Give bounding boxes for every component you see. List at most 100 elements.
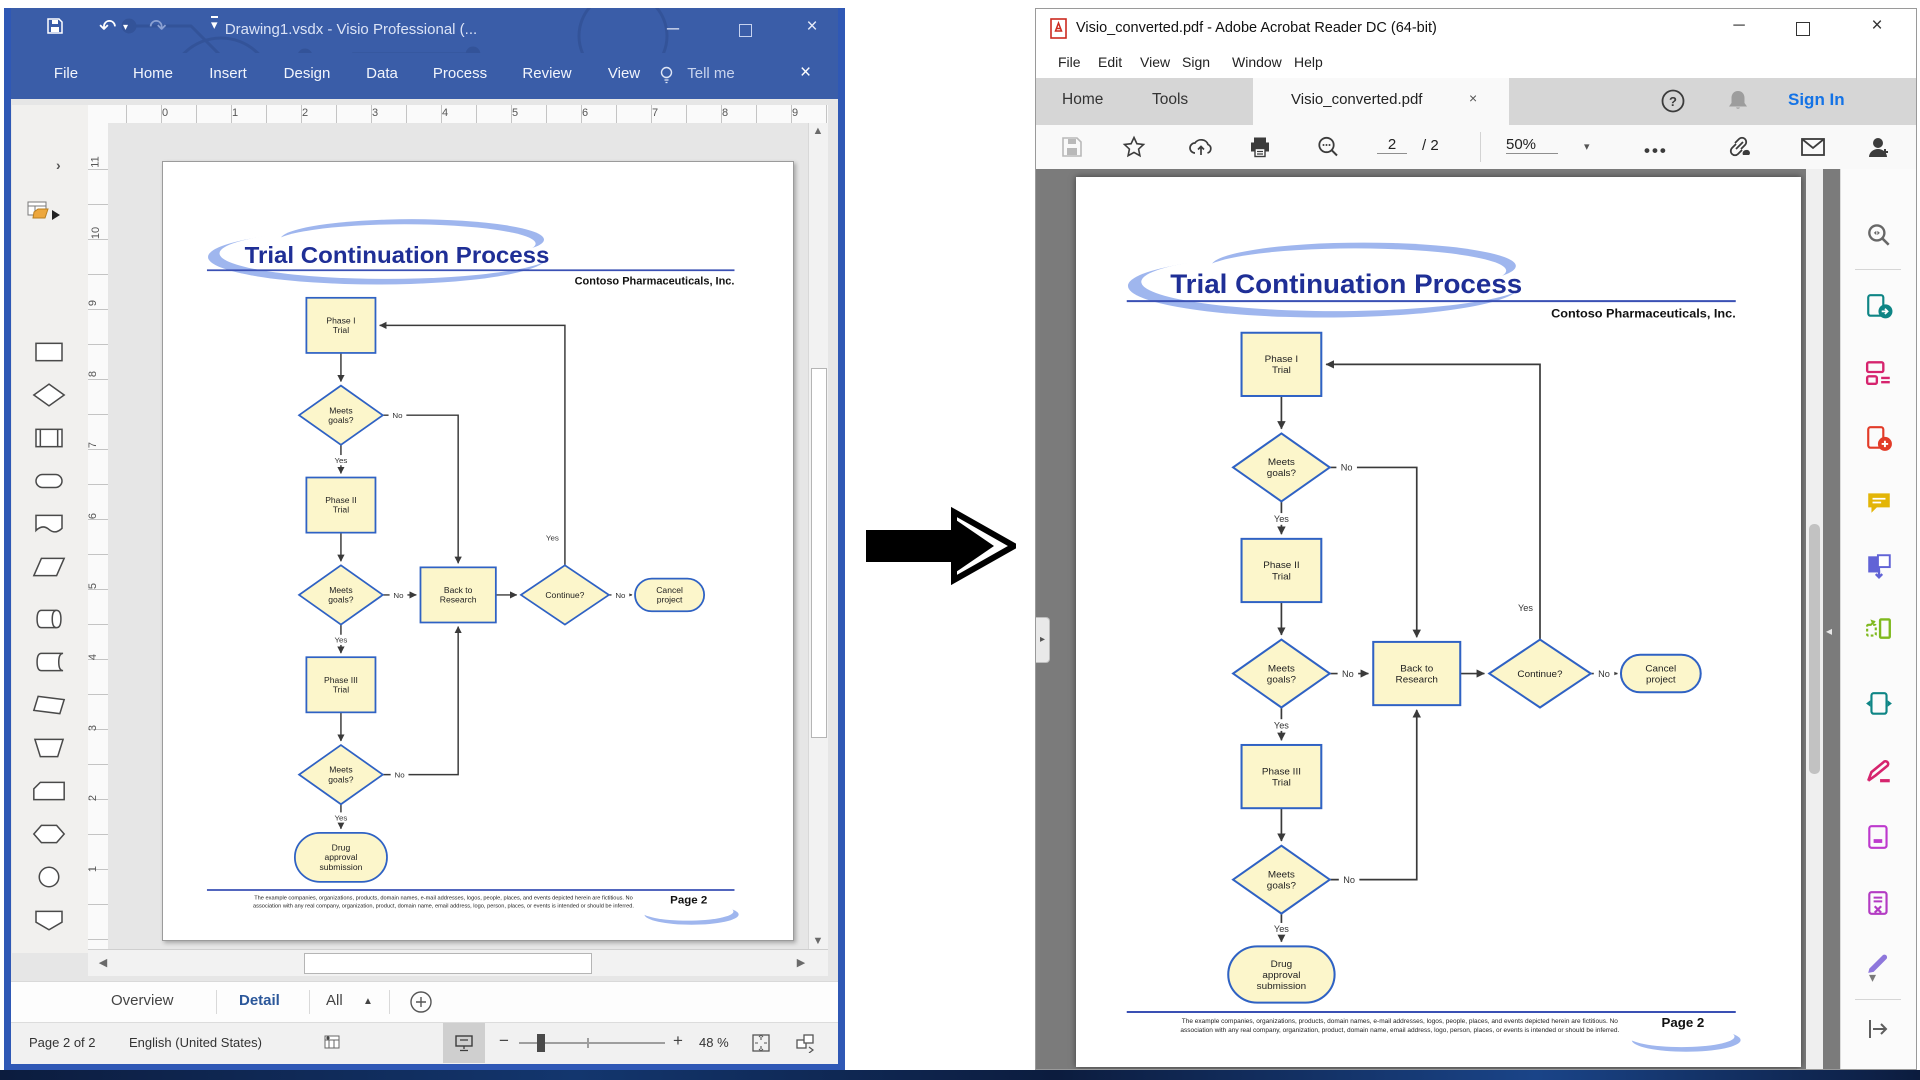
fill-sign-icon[interactable]: [1865, 758, 1893, 786]
page-number-input[interactable]: 2: [1377, 136, 1407, 154]
redact-icon[interactable]: [1865, 824, 1893, 852]
visio-close-button[interactable]: ×: [799, 16, 825, 38]
create-pdf-icon[interactable]: [1865, 425, 1893, 453]
macro-record-icon[interactable]: [323, 1033, 341, 1054]
print-icon[interactable]: [1248, 135, 1272, 159]
stencil-shape-manual-operation[interactable]: [30, 735, 68, 763]
ribbon-tab-review[interactable]: Review: [522, 65, 571, 82]
document-tab-close-icon[interactable]: ×: [1469, 90, 1477, 106]
fit-page-icon[interactable]: [751, 1033, 771, 1056]
zoom-dropdown-icon[interactable]: ▾: [1584, 140, 1590, 153]
status-page-indicator[interactable]: Page 2 of 2: [29, 1035, 96, 1050]
ribbon-tab-design[interactable]: Design: [284, 65, 331, 82]
page-tab-overview[interactable]: Overview: [111, 992, 174, 1009]
star-favorites-icon[interactable]: [1122, 135, 1146, 159]
ribbon-tab-file[interactable]: File: [54, 65, 78, 82]
acrobat-maximize-button[interactable]: [1796, 22, 1810, 36]
menu-view[interactable]: View: [1140, 54, 1170, 70]
ribbon-tab-home[interactable]: Home: [133, 65, 173, 82]
more-tools-ellipsis-icon[interactable]: •••: [1644, 141, 1668, 161]
zoom-out-icon[interactable]: −: [499, 1031, 509, 1051]
zoom-slider-thumb[interactable]: [537, 1034, 545, 1052]
zoom-search-icon[interactable]: [1316, 135, 1340, 159]
scroll-left-icon[interactable]: ◀: [96, 956, 110, 969]
drawing-canvas[interactable]: Trial Continuation ProcessContoso Pharma…: [108, 123, 808, 949]
horizontal-scrollbar[interactable]: ◀ ▶: [88, 949, 828, 976]
tab-tools[interactable]: Tools: [1152, 91, 1188, 109]
pdf-scroll-thumb[interactable]: [1809, 524, 1820, 774]
acrobat-minimize-button[interactable]: ─: [1724, 17, 1754, 35]
insert-page-icon[interactable]: [409, 990, 433, 1019]
more-tools-chevron-icon[interactable]: ▾: [1869, 969, 1876, 986]
status-language[interactable]: English (United States): [129, 1035, 262, 1050]
stencil-shape-stored-data[interactable]: [30, 649, 68, 677]
share-link-icon[interactable]: [1726, 135, 1750, 159]
compress-pdf-icon[interactable]: [1865, 691, 1893, 719]
stencil-shape-data-parallelogram[interactable]: [30, 554, 68, 582]
tab-document[interactable]: Visio_converted.pdf ×: [1253, 78, 1509, 125]
ribbon-tab-data[interactable]: Data: [366, 65, 398, 82]
redo-button[interactable]: ↷: [149, 15, 167, 40]
zoom-level-select[interactable]: 50%: [1506, 136, 1558, 154]
menu-help[interactable]: Help: [1294, 54, 1323, 70]
acrobat-close-button[interactable]: ×: [1862, 15, 1892, 37]
visio-drawing-page[interactable]: Trial Continuation ProcessContoso Pharma…: [162, 161, 794, 941]
pdf-scrollbar[interactable]: [1806, 169, 1823, 1069]
undo-button[interactable]: ↶: [99, 15, 117, 40]
page-list-icon[interactable]: ▲: [363, 996, 373, 1007]
collapse-rail-icon[interactable]: [1865, 1017, 1891, 1046]
help-icon[interactable]: ?: [1660, 88, 1686, 119]
organize-pages-icon[interactable]: [1865, 615, 1893, 643]
save-file-icon[interactable]: [1060, 135, 1084, 159]
share-cloud-icon[interactable]: [1188, 135, 1212, 159]
ribbon-tab-view[interactable]: View: [608, 65, 640, 82]
edit-pdf-icon[interactable]: [1865, 359, 1893, 387]
comment-icon[interactable]: [1865, 489, 1893, 517]
expand-shapes-panel-icon[interactable]: ›: [56, 157, 61, 173]
ribbon-tab-insert[interactable]: Insert: [209, 65, 247, 82]
stencil-shape-document[interactable]: [30, 511, 68, 539]
menu-file[interactable]: File: [1058, 54, 1081, 70]
prepare-form-icon[interactable]: [1865, 890, 1893, 918]
status-zoom-level[interactable]: 48 %: [699, 1035, 729, 1050]
quick-access-toolbar-dropdown-icon[interactable]: ▾: [211, 16, 218, 32]
save-icon[interactable]: [45, 16, 65, 41]
menu-sign[interactable]: Sign: [1182, 54, 1210, 70]
stencil-shape-preparation-hexagon[interactable]: [30, 821, 68, 849]
combine-files-icon[interactable]: [1865, 553, 1893, 581]
stencil-shape-direct-data[interactable]: [30, 606, 68, 634]
menu-window[interactable]: Window: [1232, 54, 1282, 70]
switch-windows-icon[interactable]: [795, 1033, 817, 1056]
export-pdf-icon[interactable]: [1865, 293, 1893, 321]
stencil-shape-rectangle[interactable]: [30, 339, 68, 367]
document-close-icon[interactable]: ×: [800, 62, 811, 84]
send-mail-icon[interactable]: [1800, 135, 1824, 159]
visio-minimize-button[interactable]: ─: [660, 19, 686, 39]
vertical-scroll-thumb[interactable]: [811, 368, 827, 738]
pdf-document-area[interactable]: Trial Continuation ProcessContoso Pharma…: [1036, 169, 1841, 1069]
stencil-shape-card[interactable]: [30, 778, 68, 806]
vertical-scrollbar[interactable]: ▲ ▼: [808, 123, 828, 949]
stencil-shape-manual-input[interactable]: [30, 692, 68, 720]
page-tab-detail[interactable]: Detail: [239, 992, 280, 1009]
ribbon-tab-process[interactable]: Process: [433, 65, 487, 82]
zoom-in-icon[interactable]: +: [673, 1031, 683, 1051]
undo-dropdown-icon[interactable]: ▾: [123, 22, 128, 33]
tell-me-box[interactable]: Tell me: [687, 65, 735, 82]
tools-pane-toggle-icon[interactable]: ◂: [1826, 624, 1832, 638]
marquee-zoom-icon[interactable]: [1865, 221, 1893, 249]
stencil-shape-predefined-process[interactable]: [30, 425, 68, 453]
scroll-down-icon[interactable]: ▼: [809, 935, 827, 947]
user-account-icon[interactable]: [1866, 135, 1890, 159]
tab-home[interactable]: Home: [1062, 91, 1103, 109]
stencil-shape-off-page-reference[interactable]: [30, 907, 68, 935]
scroll-up-icon[interactable]: ▲: [809, 125, 827, 137]
stencil-shape-diamond[interactable]: [30, 382, 68, 410]
presentation-mode-button[interactable]: [443, 1023, 485, 1063]
page-tab-all[interactable]: All: [326, 992, 343, 1009]
sign-in-link[interactable]: Sign In: [1788, 90, 1845, 110]
open-stencil-icon[interactable]: [26, 200, 66, 231]
menu-edit[interactable]: Edit: [1098, 54, 1122, 70]
notification-bell-icon[interactable]: [1726, 88, 1750, 119]
horizontal-scroll-thumb[interactable]: [304, 953, 592, 974]
